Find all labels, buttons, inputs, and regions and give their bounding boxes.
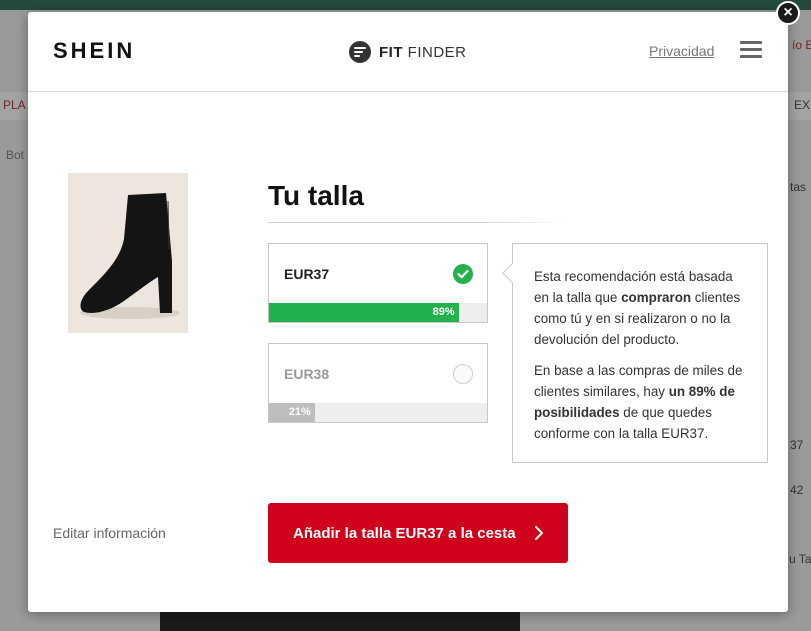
background-text: 37	[790, 438, 804, 452]
radio-icon[interactable]	[453, 364, 473, 384]
product-image	[68, 173, 188, 333]
size-option-eur38[interactable]: EUR38 21%	[268, 343, 488, 423]
title-divider	[268, 222, 568, 223]
privacy-link[interactable]: Privacidad	[649, 43, 714, 59]
size-option-eur37[interactable]: EUR37 89%	[268, 243, 488, 323]
recommendation-info: Esta recomendación está basada en la tal…	[512, 243, 768, 463]
info-paragraph: Esta recomendación está basada en la tal…	[534, 269, 741, 347]
size-label: EUR37	[284, 266, 330, 282]
menu-icon[interactable]	[740, 41, 762, 59]
fit-finder-modal: SHEIN FIT FINDER Privacidad Tu talla EUR…	[28, 12, 788, 612]
background-product-image	[160, 612, 520, 631]
probability-bar: 89%	[269, 303, 487, 322]
fit-finder-title: FIT FINDER	[379, 43, 467, 61]
add-to-cart-button[interactable]: Añadir la talla EUR37 a la cesta	[268, 503, 568, 563]
probability-text: 89%	[432, 306, 455, 318]
background-text: EX	[794, 98, 811, 112]
brand-logo: SHEIN	[53, 38, 136, 63]
background-top-bar	[0, 0, 811, 10]
info-paragraph: En base a las compras de miles de client…	[534, 363, 743, 441]
chevron-right-icon	[535, 526, 543, 540]
probability-text: 21%	[288, 406, 311, 418]
background-text: u Ta	[789, 552, 811, 566]
background-text: 42	[790, 483, 804, 497]
probability-fill: 89%	[269, 303, 459, 322]
fit-finder-icon	[349, 41, 371, 63]
background-text: PLA	[3, 98, 26, 112]
add-to-cart-label: Añadir la talla EUR37 a la cesta	[293, 524, 516, 542]
probability-bar: 21%	[269, 403, 487, 422]
close-button[interactable]: ×	[776, 1, 800, 25]
size-label: EUR38	[284, 366, 330, 382]
check-icon	[453, 264, 473, 284]
ankle-boot-icon	[80, 193, 180, 319]
size-title: Tu talla	[268, 180, 364, 211]
modal-header: SHEIN FIT FINDER Privacidad	[28, 12, 788, 92]
background-text: ío E	[792, 38, 811, 52]
probability-fill: 21%	[269, 403, 315, 422]
fit-finder-logo: FIT FINDER	[348, 40, 467, 64]
edit-info-link[interactable]: Editar información	[53, 525, 166, 541]
background-text: Bot	[6, 148, 25, 162]
background-text: tas	[790, 180, 807, 194]
